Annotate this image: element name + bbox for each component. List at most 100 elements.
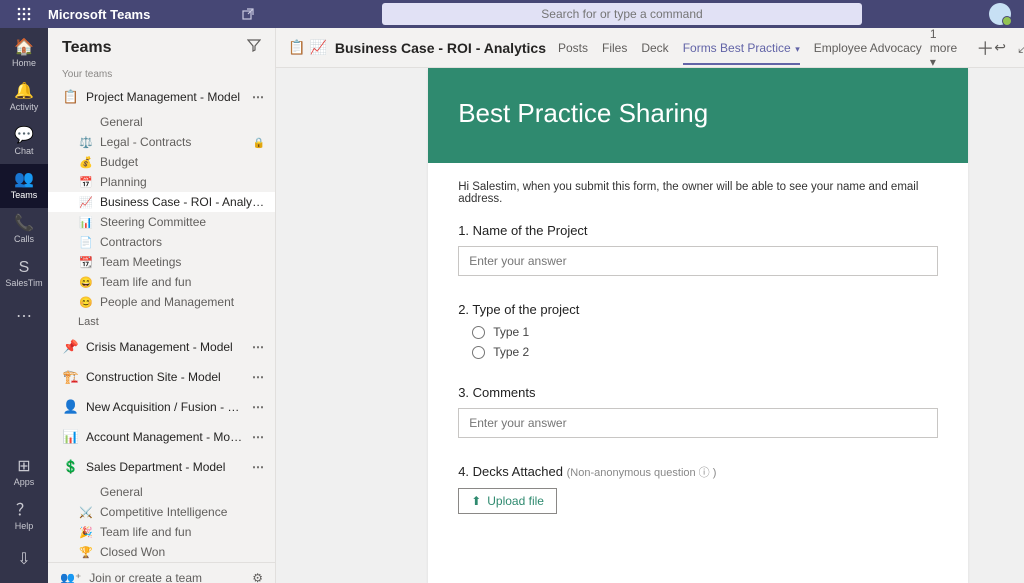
reply-icon[interactable]: ↩: [994, 39, 1006, 56]
waffle-icon[interactable]: [0, 7, 48, 21]
channel-closed-won[interactable]: 🏆Closed Won: [48, 542, 275, 562]
team-more-icon[interactable]: ⋯: [246, 370, 265, 384]
expand-icon[interactable]: ⤢: [1018, 39, 1024, 56]
channel-icon: 📄: [78, 236, 94, 249]
teams-panel: Teams Your teams 📋 Project Management - …: [48, 28, 276, 583]
phone-icon: 📞: [14, 216, 34, 232]
channel-icon: 🏆: [78, 546, 94, 559]
upload-icon: ⬆: [471, 494, 481, 508]
rail-download[interactable]: ⇩: [0, 539, 48, 583]
channel-budget[interactable]: 💰Budget: [48, 152, 275, 172]
channel-header: 📋 📈 Business Case - ROI - Analytics Post…: [276, 28, 1024, 68]
upload-file-button[interactable]: ⬆ Upload file: [458, 488, 557, 514]
form-title: Best Practice Sharing: [428, 68, 968, 163]
channel-planning[interactable]: 📅Planning: [48, 172, 275, 192]
settings-gear-icon[interactable]: ⚙: [252, 571, 263, 583]
channel-steering-committee[interactable]: 📊Steering Committee: [48, 212, 275, 232]
home-icon: 🏠: [14, 40, 34, 56]
app-title: Microsoft Teams: [48, 7, 228, 22]
team-more-icon[interactable]: ⋯: [246, 340, 265, 354]
channel-icon: ⚖️: [78, 136, 94, 149]
tab-employee-advocacy[interactable]: Employee Advocacy: [814, 31, 922, 65]
team-new-acquisition-fusion-model[interactable]: 👤New Acquisition / Fusion - Model⋯: [48, 392, 275, 422]
q3-title: 3. Comments: [458, 385, 938, 400]
rail-teams[interactable]: 👥Teams: [0, 164, 48, 208]
channel-icon: 😊: [78, 296, 94, 309]
channel-title: Business Case - ROI - Analytics: [335, 40, 546, 56]
tab-forms-best-practice[interactable]: Forms Best Practice ▾: [683, 31, 800, 65]
team-construction-site-model[interactable]: 🏗️Construction Site - Model⋯: [48, 362, 275, 392]
rail-apps[interactable]: ⊞Apps: [0, 451, 48, 495]
rail-calls[interactable]: 📞Calls: [0, 208, 48, 252]
help-icon: ？: [16, 503, 32, 519]
q2-opt1[interactable]: Type 1: [472, 325, 938, 339]
q2-opt2[interactable]: Type 2: [472, 345, 938, 359]
channel-legal-contracts[interactable]: ⚖️Legal - Contracts: [48, 132, 275, 152]
popout-icon[interactable]: [228, 8, 268, 20]
teams-icon: 👥: [14, 172, 34, 188]
join-team-icon: 👥⁺: [60, 571, 81, 583]
tab-deck[interactable]: Deck: [641, 31, 668, 65]
q1-input[interactable]: [458, 246, 938, 276]
team-more-icon[interactable]: ⋯: [246, 90, 265, 104]
channel-icon: 📅: [78, 176, 94, 189]
search-input[interactable]: [382, 3, 862, 25]
team-more-icon[interactable]: ⋯: [246, 430, 265, 444]
q3-input[interactable]: [458, 408, 938, 438]
app-rail: 🏠Home 🔔Activity 💬Chat 👥Teams 📞Calls SSal…: [0, 28, 48, 583]
tab-more[interactable]: 1 more ▾: [930, 27, 966, 69]
team-crisis-management-model[interactable]: 📌Crisis Management - Model⋯: [48, 332, 275, 362]
join-create-team[interactable]: Join or create a team: [89, 571, 202, 583]
rail-home[interactable]: 🏠Home: [0, 32, 48, 76]
channel-type-icon: 📈: [309, 37, 326, 59]
channel-icon: 🎉: [78, 526, 94, 539]
channel-general[interactable]: General: [48, 482, 275, 502]
channel-icon: 📈: [78, 196, 94, 209]
team-more-icon[interactable]: ⋯: [246, 460, 265, 474]
download-icon: ⇩: [17, 552, 30, 568]
team-account-management-model[interactable]: 📊Account Management - Model⋯: [48, 422, 275, 452]
user-avatar[interactable]: [976, 3, 1024, 25]
chevron-down-icon: ▾: [930, 55, 936, 69]
q1-title: 1. Name of the Project: [458, 223, 938, 238]
team-icon: 📋: [62, 88, 80, 106]
team-icon: 📊: [62, 428, 80, 446]
team-more-icon[interactable]: ⋯: [246, 400, 265, 414]
rail-chat[interactable]: 💬Chat: [0, 120, 48, 164]
chevron-down-icon: ▾: [793, 44, 800, 54]
tab-posts[interactable]: Posts: [558, 31, 588, 65]
ellipsis-icon: ⋯: [16, 309, 32, 325]
section-your-teams: Your teams: [48, 63, 275, 82]
last-label: Last: [48, 312, 275, 332]
channel-team-life-and-fun[interactable]: 😄Team life and fun: [48, 272, 275, 292]
channel-icon: ⚔️: [78, 506, 94, 519]
form-card: Best Practice Sharing Hi Salestim, when …: [428, 68, 968, 583]
rail-help[interactable]: ？Help: [0, 495, 48, 539]
channel-general[interactable]: General: [48, 112, 275, 132]
lock-icon: [249, 135, 265, 149]
team-project-management[interactable]: 📋 Project Management - Model ⋯: [48, 82, 275, 112]
channel-icon: 📊: [78, 216, 94, 229]
q4-hint: (Non-anonymous question ⓘ ): [567, 467, 717, 479]
channel-icon: 😄: [78, 276, 94, 289]
channel-competitive-intelligence[interactable]: ⚔️Competitive Intelligence: [48, 502, 275, 522]
team-sales-department-model[interactable]: 💲Sales Department - Model⋯: [48, 452, 275, 482]
channel-team-life-and-fun[interactable]: 🎉Team life and fun: [48, 522, 275, 542]
rail-salestim[interactable]: SSalesTim: [0, 252, 48, 296]
rail-activity[interactable]: 🔔Activity: [0, 76, 48, 120]
add-tab-icon[interactable]: ＋: [976, 35, 994, 61]
channel-team-icon: 📋: [288, 37, 305, 59]
filter-icon[interactable]: [247, 38, 261, 57]
team-icon: 💲: [62, 458, 80, 476]
tab-files[interactable]: Files: [602, 31, 627, 65]
q2-title: 2. Type of the project: [458, 302, 938, 317]
team-icon: 🏗️: [62, 368, 80, 386]
channel-team-meetings[interactable]: 📆Team Meetings: [48, 252, 275, 272]
channel-people-and-management[interactable]: 😊People and Management: [48, 292, 275, 312]
bell-icon: 🔔: [14, 84, 34, 100]
channel-contractors[interactable]: 📄Contractors: [48, 232, 275, 252]
channel-icon: 💰: [78, 156, 94, 169]
q4-title: 4. Decks Attached (Non-anonymous questio…: [458, 464, 938, 480]
rail-more[interactable]: ⋯: [0, 296, 48, 340]
channel-business-case-roi-analytics[interactable]: 📈Business Case - ROI - Analytics: [48, 192, 275, 212]
